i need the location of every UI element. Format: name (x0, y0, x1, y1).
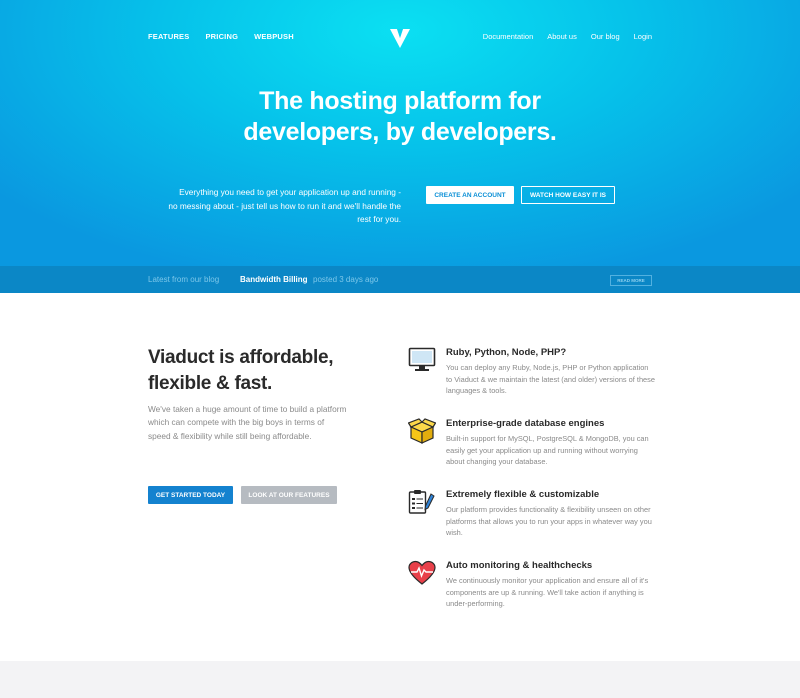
footer-section (0, 661, 800, 698)
nav-features[interactable]: FEATURES (148, 32, 189, 41)
pitch-title-line1: Viaduct is affordable, (148, 347, 334, 368)
hero-headline-line2: developers, by developers. (243, 118, 557, 146)
nav-webpush[interactable]: WEBPUSH (254, 32, 294, 41)
pitch-description: We've taken a huge amount of time to bui… (148, 404, 347, 441)
feature-text: You can deploy any Ruby, Node.js, PHP or… (446, 363, 655, 396)
primary-nav: FEATURES PRICING WEBPUSH (148, 32, 294, 41)
look-at-features-button[interactable]: LOOK AT OUR FEATURES (241, 486, 337, 504)
nav-documentation[interactable]: Documentation (483, 32, 533, 41)
feature-title: Extremely flexible & customizable (446, 489, 600, 500)
heart-pulse-icon (408, 560, 436, 586)
feature-text: Our platform provides functionality & fl… (446, 505, 652, 538)
hero-headline: The hosting platform for developers, by … (0, 86, 800, 148)
nav-our-blog[interactable]: Our blog (591, 32, 620, 41)
nav-login[interactable]: Login (634, 32, 652, 41)
get-started-button[interactable]: GET STARTED TODAY (148, 486, 233, 504)
monitor-icon (408, 347, 436, 373)
logo-icon[interactable] (388, 26, 412, 50)
feature-title: Ruby, Python, Node, PHP? (446, 347, 567, 358)
blog-post-date: posted 3 days ago (313, 275, 379, 284)
secondary-nav: Documentation About us Our blog Login (483, 32, 652, 41)
pitch-title-line2: flexible & fast. (148, 373, 273, 394)
box-icon (407, 418, 437, 444)
blog-bar: Latest from our blog Bandwidth Billing p… (0, 266, 800, 293)
feature-text: We continuously monitor your application… (446, 576, 649, 609)
pitch-title: Viaduct is affordable, flexible & fast. (148, 345, 388, 397)
feature-title: Enterprise-grade database engines (446, 418, 605, 429)
blog-label: Latest from our blog (148, 275, 220, 284)
create-account-button[interactable]: CREATE AN ACCOUNT (426, 186, 514, 204)
clipboard-icon (408, 489, 436, 515)
blog-post-title[interactable]: Bandwidth Billing (240, 275, 308, 284)
watch-demo-button[interactable]: WATCH HOW EASY IT IS (521, 186, 615, 204)
hero-headline-line1: The hosting platform for (259, 87, 541, 115)
hero-section: FEATURES PRICING WEBPUSH Documentation A… (0, 0, 800, 266)
read-more-button[interactable]: READ MORE (610, 275, 652, 286)
nav-pricing[interactable]: PRICING (205, 32, 238, 41)
hero-description: Everything you need to get your applicat… (168, 187, 401, 224)
feature-title: Auto monitoring & healthchecks (446, 560, 593, 571)
feature-text: Built-in support for MySQL, PostgreSQL &… (446, 434, 649, 467)
nav-about-us[interactable]: About us (547, 32, 577, 41)
